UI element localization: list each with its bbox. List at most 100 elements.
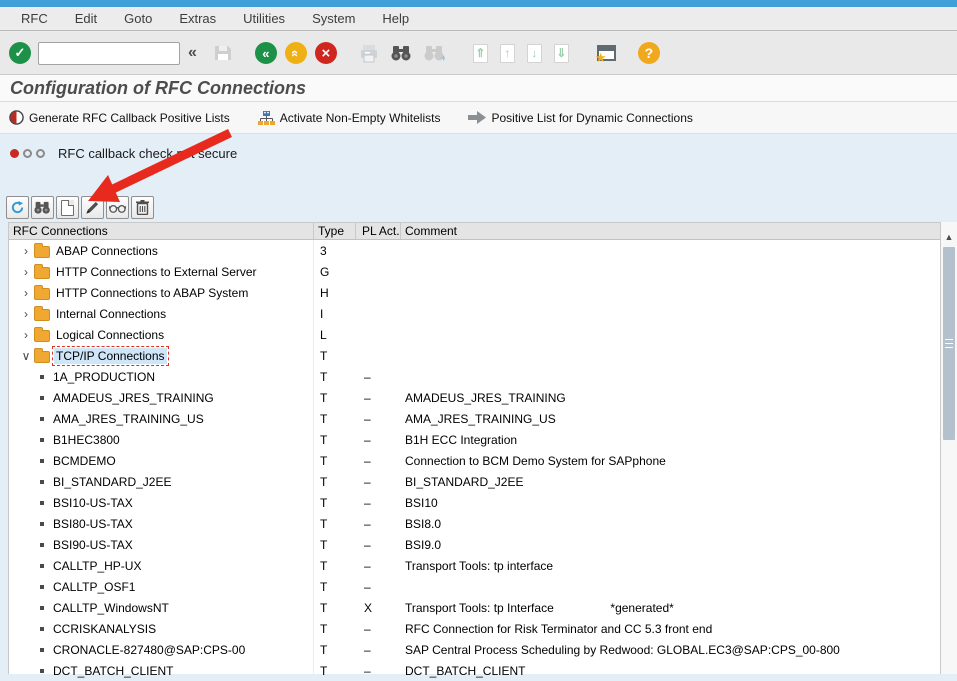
- menu-extras[interactable]: Extras: [179, 11, 216, 26]
- column-header-type[interactable]: Type: [314, 223, 356, 239]
- connection-name[interactable]: TCP/IP Connections: [54, 348, 167, 364]
- first-page-icon: ⇑: [473, 44, 488, 63]
- table-row[interactable]: ∨ TCP/IP Connections T: [9, 345, 940, 366]
- table-row[interactable]: BI_STANDARD_J2EE T – BI_STANDARD_J2EE: [9, 471, 940, 492]
- command-field[interactable]: [38, 42, 180, 65]
- table-row[interactable]: BSI10-US-TAX T – BSI10: [9, 492, 940, 513]
- tree-expander-icon[interactable]: ∨: [19, 349, 33, 363]
- new-session-button[interactable]: ★: [597, 45, 616, 61]
- tree-expander-icon[interactable]: ›: [19, 244, 33, 258]
- connection-name[interactable]: CALLTP_OSF1: [51, 579, 137, 595]
- back-icon: «: [262, 46, 269, 61]
- menu-goto[interactable]: Goto: [124, 11, 152, 26]
- column-header-rfc-connections[interactable]: RFC Connections: [9, 223, 314, 239]
- connection-name[interactable]: BSI90-US-TAX: [51, 537, 135, 553]
- table-row[interactable]: CALLTP_WindowsNT T X Transport Tools: tp…: [9, 597, 940, 618]
- table-row[interactable]: BSI80-US-TAX T – BSI8.0: [9, 513, 940, 534]
- create-button[interactable]: [56, 196, 79, 219]
- connection-name[interactable]: BCMDEMO: [51, 453, 118, 469]
- find-next-button[interactable]: +: [424, 45, 445, 62]
- change-button[interactable]: [81, 196, 104, 219]
- tree-expander-icon[interactable]: ›: [19, 307, 33, 321]
- connection-name[interactable]: Logical Connections: [54, 327, 166, 343]
- scrollbar-up-arrow-icon[interactable]: ▲: [941, 232, 957, 242]
- menu-help[interactable]: Help: [382, 11, 409, 26]
- column-header-comment[interactable]: Comment: [401, 223, 940, 239]
- connection-name[interactable]: CALLTP_WindowsNT: [51, 600, 171, 616]
- cancel-button[interactable]: ×: [315, 42, 337, 64]
- menu-system[interactable]: System: [312, 11, 355, 26]
- first-page-button[interactable]: ⇑: [473, 44, 488, 63]
- delete-button[interactable]: [131, 196, 154, 219]
- connection-name[interactable]: Internal Connections: [54, 306, 168, 322]
- connection-name[interactable]: ABAP Connections: [54, 243, 160, 259]
- find-button[interactable]: [391, 45, 412, 62]
- table-row[interactable]: › ABAP Connections 3: [9, 240, 940, 261]
- table-row[interactable]: BSI90-US-TAX T – BSI9.0: [9, 534, 940, 555]
- exit-button[interactable]: «: [285, 42, 307, 64]
- previous-page-button[interactable]: ↑: [500, 44, 515, 63]
- next-page-button[interactable]: ↓: [527, 44, 542, 63]
- collapse-field-icon[interactable]: «: [188, 44, 197, 62]
- table-row[interactable]: CALLTP_OSF1 T –: [9, 576, 940, 597]
- connection-name[interactable]: BSI80-US-TAX: [51, 516, 135, 532]
- help-button[interactable]: ?: [638, 42, 660, 64]
- last-page-button[interactable]: ⇓: [554, 44, 569, 63]
- table-row[interactable]: › Logical Connections L: [9, 324, 940, 345]
- menu-utilities[interactable]: Utilities: [243, 11, 285, 26]
- positive-list-dynamic-connections-button[interactable]: Positive List for Dynamic Connections: [468, 111, 692, 125]
- scrollbar-thumb[interactable]: [943, 247, 955, 440]
- table-row[interactable]: CALLTP_HP-UX T – Transport Tools: tp int…: [9, 555, 940, 576]
- table-row[interactable]: CRONACLE-827480@SAP:CPS-00 T – SAP Centr…: [9, 639, 940, 660]
- connection-comment: AMADEUS_JRES_TRAINING: [401, 387, 940, 408]
- menu-rfc[interactable]: RFC: [21, 11, 48, 26]
- table-row[interactable]: AMADEUS_JRES_TRAINING T – AMADEUS_JRES_T…: [9, 387, 940, 408]
- connection-name[interactable]: HTTP Connections to ABAP System: [54, 285, 250, 301]
- connection-type: G: [314, 261, 356, 282]
- table-row[interactable]: BCMDEMO T – Connection to BCM Demo Syste…: [9, 450, 940, 471]
- column-header-pl-act[interactable]: PL Act..: [356, 223, 401, 239]
- connection-comment: Transport Tools: tp Interface *generated…: [401, 597, 940, 618]
- back-button[interactable]: «: [255, 42, 277, 64]
- table-row[interactable]: AMA_JRES_TRAINING_US T – AMA_JRES_TRAINI…: [9, 408, 940, 429]
- connection-name[interactable]: DCT_BATCH_CLIENT: [51, 663, 175, 679]
- connection-comment: [401, 345, 940, 366]
- table-row[interactable]: › HTTP Connections to External Server G: [9, 261, 940, 282]
- save-button[interactable]: [213, 43, 233, 63]
- connection-name[interactable]: BI_STANDARD_J2EE: [51, 474, 173, 490]
- connection-name[interactable]: BSI10-US-TAX: [51, 495, 135, 511]
- print-button[interactable]: [359, 44, 379, 63]
- generate-rfc-callback-positive-lists-button[interactable]: Generate RFC Callback Positive Lists: [9, 110, 230, 125]
- menu-edit[interactable]: Edit: [75, 11, 97, 26]
- connection-name[interactable]: CCRISKANALYSIS: [51, 621, 158, 637]
- connection-name[interactable]: CRONACLE-827480@SAP:CPS-00: [51, 642, 247, 658]
- trash-icon: [136, 200, 149, 215]
- tree-expander-icon[interactable]: ›: [19, 286, 33, 300]
- enter-button[interactable]: ✓: [9, 42, 31, 64]
- connection-name[interactable]: 1A_PRODUCTION: [51, 369, 157, 385]
- connection-name[interactable]: AMADEUS_JRES_TRAINING: [51, 390, 216, 406]
- table-row[interactable]: › Internal Connections I: [9, 303, 940, 324]
- connection-type: T: [314, 534, 356, 555]
- activate-non-empty-whitelists-button[interactable]: Activate Non-Empty Whitelists: [258, 110, 441, 126]
- table-row[interactable]: B1HEC3800 T – B1H ECC Integration: [9, 429, 940, 450]
- connection-name[interactable]: HTTP Connections to External Server: [54, 264, 259, 280]
- find-connection-button[interactable]: [31, 196, 54, 219]
- table-row[interactable]: 1A_PRODUCTION T –: [9, 366, 940, 387]
- connection-comment: SAP Central Process Scheduling by Redwoo…: [401, 639, 940, 660]
- table-row[interactable]: › HTTP Connections to ABAP System H: [9, 282, 940, 303]
- leaf-bullet-icon: [40, 417, 44, 421]
- display-button[interactable]: [106, 196, 129, 219]
- table-row[interactable]: DCT_BATCH_CLIENT T – DCT_BATCH_CLIENT: [9, 660, 940, 681]
- connection-comment: B1H ECC Integration: [401, 429, 940, 450]
- table-row[interactable]: CCRISKANALYSIS T – RFC Connection for Ri…: [9, 618, 940, 639]
- tree-expander-icon[interactable]: ›: [19, 328, 33, 342]
- vertical-scrollbar[interactable]: ▲: [941, 222, 957, 674]
- connection-name[interactable]: B1HEC3800: [51, 432, 122, 448]
- refresh-button[interactable]: [6, 196, 29, 219]
- tree-expander-icon[interactable]: ›: [19, 265, 33, 279]
- connection-name[interactable]: AMA_JRES_TRAINING_US: [51, 411, 206, 427]
- connection-pl-active: [356, 240, 401, 261]
- connection-pl-active: [356, 345, 401, 366]
- connection-name[interactable]: CALLTP_HP-UX: [51, 558, 143, 574]
